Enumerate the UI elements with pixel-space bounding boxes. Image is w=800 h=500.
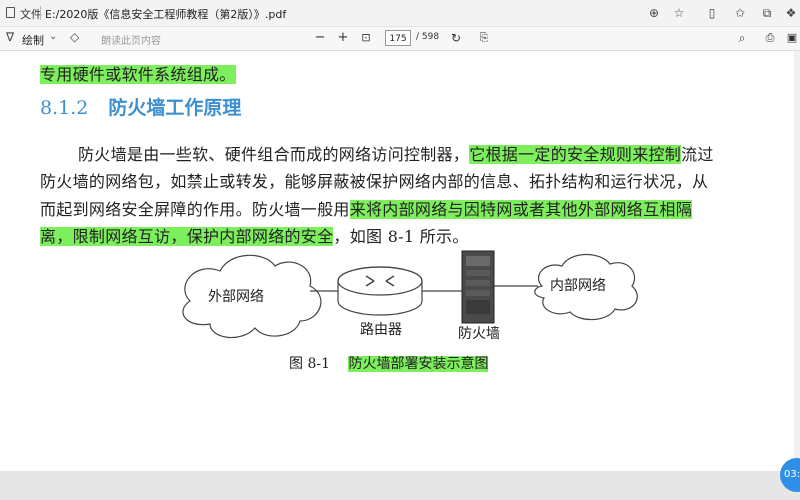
file-path: E:/2020版《信息安全工程师教程（第2版）》.pdf [45,8,287,21]
search-icon[interactable]: ⌕ [735,29,749,47]
firewall-diagram: 外部网络 路由器 防火墙 内部网络 [182,250,638,342]
zoom-out-button[interactable]: − [313,29,327,47]
file-menu[interactable]: 文件 [20,6,42,22]
firewall-label: 防火墙 [458,326,500,342]
text-span: ，如图 8-1 所示。 [333,227,469,246]
collections-icon[interactable]: ⧉ [758,4,776,22]
bottom-area [0,471,800,500]
zoom-icon[interactable]: ⊕ [645,4,663,22]
save-icon[interactable]: ▣ [785,29,799,47]
highlighted-text: 专用硬件或软件系统组成。 [40,65,236,84]
text-span: 流过 [681,145,714,164]
eraser-icon[interactable]: ◇ [70,30,79,44]
print-icon[interactable]: ⎙ [763,29,777,47]
text-line: 防火墙是由一些软、硬件组合而成的网络访问控制器，它根据一定的安全规则来控制流过 [78,141,714,165]
figure-number: 图 8-1 [289,356,330,372]
internal-network-label: 内部网络 [550,278,606,294]
pdf-toolbar: ∇ 绘制 ⌄ ◇ 朗读此页内容 − + ⊡ 175 / 598 ↻ ⎘ ⌕ ⎙ … [0,27,800,51]
star-icon[interactable]: ☆ [670,4,688,22]
document-icon [6,7,15,18]
section-title: 防火墙工作原理 [108,97,242,119]
external-network-label: 外部网络 [208,289,264,305]
extensions-icon[interactable]: ❖ [782,4,800,22]
section-heading: 8.1.2 防火墙工作原理 [40,93,241,120]
fit-page-icon[interactable]: ⊡ [358,29,374,47]
separator [40,6,41,20]
router-label: 路由器 [360,322,402,338]
reader-icon[interactable]: ▯ [703,4,721,22]
rotate-icon[interactable]: ↻ [449,29,463,47]
text-span: 防火墙的网络包，如禁止或转发，能够屏蔽被保护网络内部的信息、拓扑结构和运行状况，… [40,172,709,191]
highlighted-text: 来将内部网络与因特网或者其他外部网络互相隔 [349,200,693,219]
figure-title: 防火墙部署安装示意图 [348,356,489,372]
section-number: 8.1.2 [40,97,89,119]
firewall-server-icon [461,250,495,324]
favorites-icon[interactable]: ✩ [731,4,749,22]
vertical-scrollbar[interactable] [794,51,800,471]
text-span: 防火墙是由一些软、硬件组合而成的网络访问控制器， [78,145,470,164]
read-aloud-button[interactable]: 朗读此页内容 [101,32,161,47]
pdf-page: 专用硬件或软件系统组成。 8.1.2 防火墙工作原理 防火墙是由一些软、硬件组合而… [0,51,800,471]
figure-caption: 图 8-1 防火墙部署安装示意图 [289,353,489,373]
text-span: 而起到网络安全屏障的作用。防火墙一般用 [40,200,350,219]
zoom-in-button[interactable]: + [336,29,350,47]
title-bar: 文件 E:/2020版《信息安全工程师教程（第2版）》.pdf ⊕ ☆ ▯ ✩ … [0,0,800,27]
highlighted-text: 离，限制网络互访，保护内部网络的安全 [40,227,334,246]
text-line: 离，限制网络互访，保护内部网络的安全，如图 8-1 所示。 [40,223,469,247]
highlighted-text: 它根据一定的安全规则来控制 [469,145,682,164]
page-number-input[interactable]: 175 [385,30,411,46]
text-line: 专用硬件或软件系统组成。 [40,61,236,85]
text-line: 而起到网络安全屏障的作用。防火墙一般用来将内部网络与因特网或者其他外部网络互相隔 [40,196,693,220]
page-view-icon[interactable]: ⎘ [477,29,491,47]
draw-button[interactable]: 绘制 [22,32,44,48]
page-total: / 598 [416,32,440,42]
draw-icon[interactable]: ∇ [6,30,14,44]
text-line: 防火墙的网络包，如禁止或转发，能够屏蔽被保护网络内部的信息、拓扑结构和运行状况，… [40,168,708,192]
chevron-down-icon[interactable]: ⌄ [49,31,57,42]
router-icon [337,266,423,316]
